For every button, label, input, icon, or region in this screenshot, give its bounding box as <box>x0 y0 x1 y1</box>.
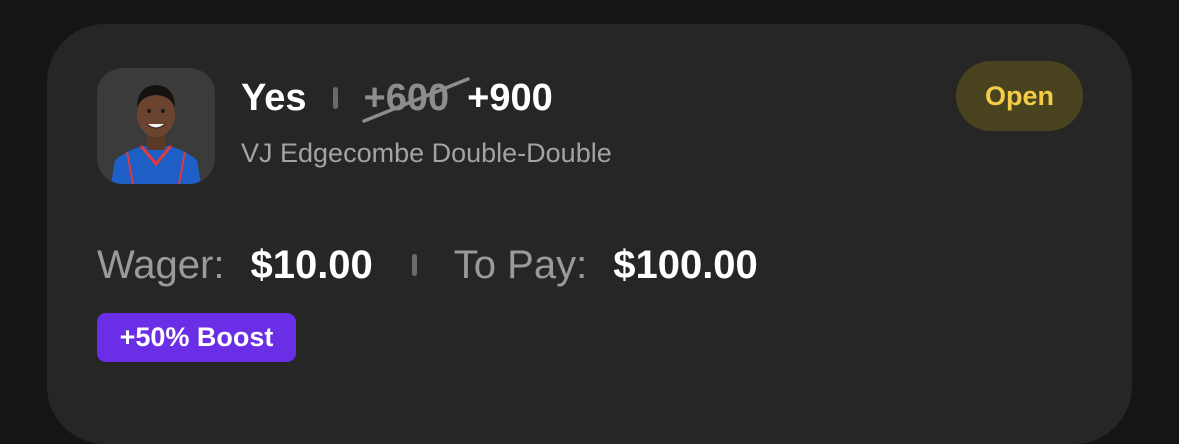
player-avatar <box>97 68 215 184</box>
divider <box>411 254 417 276</box>
bet-market: VJ Edgecombe Double-Double <box>241 138 612 168</box>
original-odds-text: +600 <box>363 76 450 119</box>
boosted-odds: +900 <box>467 76 553 119</box>
to-pay-label: To Pay: <box>453 242 588 287</box>
divider <box>332 87 338 109</box>
original-odds: +600 <box>361 76 470 123</box>
status-badge: Open <box>956 61 1083 131</box>
bet-title-row: Yes +600 +900 <box>241 74 553 123</box>
amounts-row: Wager: $10.00 To Pay: $100.00 <box>97 240 758 290</box>
player-headshot-icon <box>97 68 215 184</box>
to-pay-value: $100.00 <box>613 242 758 287</box>
bet-pick: Yes <box>241 76 307 119</box>
wager-value: $10.00 <box>250 242 373 287</box>
boost-badge: +50% Boost <box>97 313 296 362</box>
wager-label: Wager: <box>97 242 225 287</box>
